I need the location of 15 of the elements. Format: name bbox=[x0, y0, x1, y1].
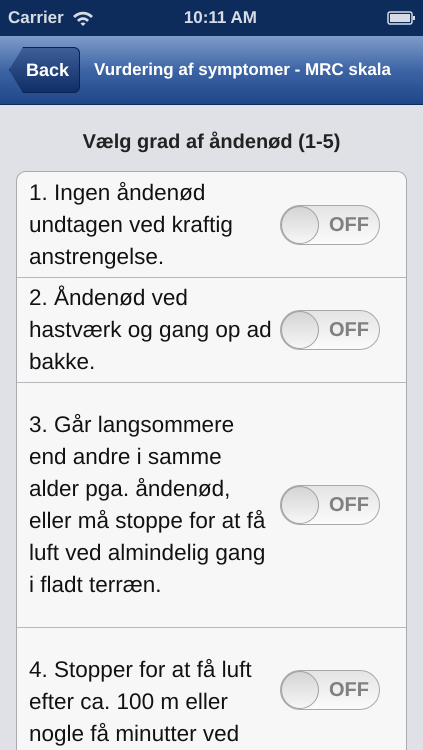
toggle-switch[interactable]: OFF bbox=[280, 670, 380, 710]
toggle-switch[interactable]: OFF bbox=[280, 204, 380, 244]
back-button[interactable]: Back bbox=[9, 47, 80, 93]
option-text: 1. Ingen åndenød undtagen ved kraftig anstrengelse. bbox=[29, 178, 234, 271]
toggle-switch[interactable]: OFF bbox=[280, 310, 380, 350]
option-text: 3. Går langsommere end andre i samme alder pga. åndenød, eller må stoppe for at få luft ved almindelig gang i fladt terræn. bbox=[29, 411, 266, 599]
section-heading: Vælg grad af åndenød (1-5) bbox=[82, 130, 340, 155]
battery-icon bbox=[387, 11, 415, 25]
screen-title: Vurdering af symptomer - MRC skala bbox=[94, 59, 391, 82]
wifi-icon bbox=[72, 10, 94, 26]
carrier-label: Carrier bbox=[8, 7, 64, 30]
toggle-switch[interactable]: OFF bbox=[280, 485, 380, 525]
option-text: 4. Stopper for at få luft efter ca. 100 m eller nogle få minutter ved bbox=[29, 656, 253, 748]
option-text: 2. Åndenød ved hastværk og gang op ad bakke. bbox=[29, 284, 272, 376]
clock-time: 10:11 AM bbox=[184, 7, 257, 30]
